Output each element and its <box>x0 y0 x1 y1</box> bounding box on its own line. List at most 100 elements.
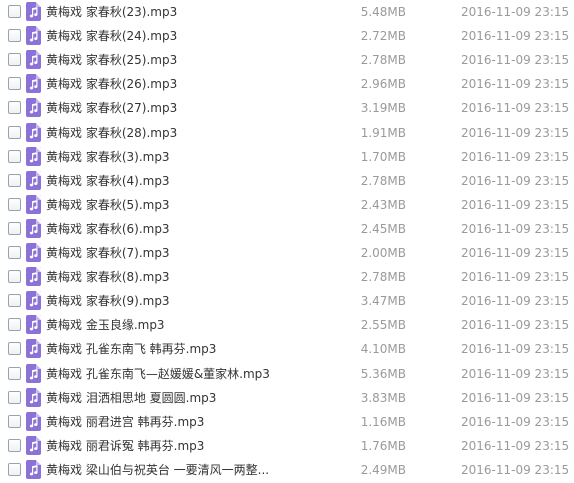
file-size: 2.96MB <box>360 77 406 92</box>
file-checkbox[interactable] <box>8 414 21 428</box>
file-size: 1.16MB <box>360 414 406 429</box>
file-checkbox[interactable] <box>8 246 21 259</box>
file-row[interactable]: 黄梅戏 家春秋(8).mp3 2.78MB 2016-11-09 23:15 <box>0 265 574 289</box>
file-row[interactable]: 黄梅戏 家春秋(6).mp3 2.45MB 2016-11-09 23:15 <box>0 217 574 241</box>
file-row[interactable]: 黄梅戏 家春秋(24).mp3 2.72MB 2016-11-09 23:15 <box>0 24 574 48</box>
file-row[interactable]: 黄梅戏 家春秋(28).mp3 1.91MB 2016-11-09 23:15 <box>0 121 574 145</box>
file-date: 2016-11-09 23:15 <box>461 197 570 212</box>
file-checkbox[interactable] <box>8 318 21 332</box>
music-file-icon <box>26 194 41 214</box>
file-size: 2.00MB <box>360 246 406 260</box>
file-row[interactable]: 黄梅戏 家春秋(7).mp3 2.00MB 2016-11-09 23:15 <box>0 241 574 265</box>
file-name[interactable]: 黄梅戏 家春秋(9).mp3 <box>46 289 336 313</box>
file-row[interactable]: 黄梅戏 家春秋(5).mp3 2.43MB 2016-11-09 23:15 <box>0 193 574 217</box>
music-file-icon <box>26 146 41 166</box>
file-checkbox[interactable] <box>8 197 21 211</box>
file-name[interactable]: 黄梅戏 家春秋(4).mp3 <box>46 169 336 193</box>
file-date: 2016-11-09 23:15 <box>461 390 570 405</box>
file-size: 4.10MB <box>360 342 406 357</box>
file-date: 2016-11-09 23:15 <box>461 125 570 140</box>
file-checkbox[interactable] <box>8 294 21 308</box>
file-name[interactable]: 黄梅戏 家春秋(27).mp3 <box>46 96 336 120</box>
file-name[interactable]: 黄梅戏 家春秋(26).mp3 <box>46 72 336 96</box>
file-size: 3.83MB <box>360 390 406 405</box>
file-name[interactable]: 黄梅戏 孔雀东南飞 韩再芬.mp3 <box>46 337 336 361</box>
file-size: 2.78MB <box>360 270 406 285</box>
file-date: 2016-11-09 23:15 <box>461 5 570 19</box>
file-row[interactable]: 黄梅戏 孔雀东南飞—赵媛媛&董家林.mp3 5.36MB 2016-11-09 23… <box>0 362 574 386</box>
file-date: 2016-11-09 23:15 <box>461 342 570 357</box>
file-checkbox[interactable] <box>8 125 21 139</box>
file-row[interactable]: 黄梅戏 梁山伯与祝英台 一要清风一两整... 2.49MB 2016-11-09 2… <box>0 458 574 482</box>
music-file-icon <box>26 411 41 431</box>
file-checkbox[interactable] <box>8 342 21 356</box>
file-checkbox[interactable] <box>8 270 21 284</box>
music-file-icon <box>26 315 41 335</box>
file-checkbox[interactable] <box>8 462 21 476</box>
music-file-icon <box>26 363 41 383</box>
file-size: 2.43MB <box>360 197 406 212</box>
file-checkbox[interactable] <box>8 390 21 404</box>
file-checkbox[interactable] <box>8 53 21 67</box>
file-name[interactable]: 黄梅戏 孔雀东南飞—赵媛媛&董家林.mp3 <box>46 362 336 386</box>
music-file-icon <box>26 218 41 238</box>
file-date: 2016-11-09 23:15 <box>461 77 570 92</box>
file-date: 2016-11-09 23:15 <box>461 462 570 477</box>
music-file-icon <box>26 170 41 190</box>
file-name[interactable]: 黄梅戏 家春秋(25).mp3 <box>46 48 336 72</box>
music-file-icon <box>26 122 41 142</box>
file-checkbox[interactable] <box>8 29 21 43</box>
music-file-icon <box>26 339 41 359</box>
file-name[interactable]: 黄梅戏 家春秋(3).mp3 <box>46 145 336 169</box>
file-row[interactable]: 黄梅戏 家春秋(4).mp3 2.78MB 2016-11-09 23:15 <box>0 169 574 193</box>
file-checkbox[interactable] <box>8 173 21 187</box>
file-name[interactable]: 黄梅戏 金玉良缘.mp3 <box>46 313 336 337</box>
file-checkbox[interactable] <box>8 366 21 380</box>
file-row[interactable]: 黄梅戏 丽君诉冤 韩再芬.mp3 1.76MB 2016-11-09 23:15 <box>0 434 574 458</box>
file-row[interactable]: 黄梅戏 丽君进宫 韩再芬.mp3 1.16MB 2016-11-09 23:15 <box>0 410 574 434</box>
file-checkbox[interactable] <box>8 221 21 235</box>
file-date: 2016-11-09 23:15 <box>461 29 570 44</box>
music-file-icon <box>26 459 41 479</box>
file-name[interactable]: 黄梅戏 泪洒相思地 夏圆圆.mp3 <box>46 386 336 410</box>
file-date: 2016-11-09 23:15 <box>461 318 570 333</box>
file-checkbox[interactable] <box>8 5 21 18</box>
file-row[interactable]: 黄梅戏 孔雀东南飞 韩再芬.mp3 4.10MB 2016-11-09 23:15 <box>0 337 574 361</box>
file-size: 3.19MB <box>360 101 406 116</box>
file-date: 2016-11-09 23:15 <box>461 294 570 309</box>
file-name[interactable]: 黄梅戏 家春秋(6).mp3 <box>46 217 336 241</box>
file-row[interactable]: 黄梅戏 金玉良缘.mp3 2.55MB 2016-11-09 23:15 <box>0 313 574 337</box>
file-name[interactable]: 黄梅戏 家春秋(7).mp3 <box>46 241 336 265</box>
file-date: 2016-11-09 23:15 <box>461 101 570 116</box>
file-name[interactable]: 黄梅戏 家春秋(24).mp3 <box>46 24 336 48</box>
music-file-icon <box>26 50 41 70</box>
file-checkbox[interactable] <box>8 101 21 115</box>
file-row[interactable]: 黄梅戏 家春秋(9).mp3 3.47MB 2016-11-09 23:15 <box>0 289 574 313</box>
music-file-icon <box>26 74 41 94</box>
file-date: 2016-11-09 23:15 <box>461 246 570 260</box>
file-list: 黄梅戏 家春秋(23).mp3 5.48MB 2016-11-09 23:15 黄梅戏… <box>0 0 574 483</box>
file-name[interactable]: 黄梅戏 丽君诉冤 韩再芬.mp3 <box>46 434 336 458</box>
file-name[interactable]: 黄梅戏 家春秋(8).mp3 <box>46 265 336 289</box>
music-file-icon <box>26 2 41 21</box>
file-row[interactable]: 黄梅戏 家春秋(27).mp3 3.19MB 2016-11-09 23:15 <box>0 96 574 120</box>
file-name[interactable]: 黄梅戏 家春秋(28).mp3 <box>46 121 336 145</box>
file-row[interactable]: 黄梅戏 家春秋(23).mp3 5.48MB 2016-11-09 23:15 <box>0 0 574 24</box>
file-name[interactable]: 黄梅戏 家春秋(23).mp3 <box>46 0 336 24</box>
file-row[interactable]: 黄梅戏 家春秋(3).mp3 1.70MB 2016-11-09 23:15 <box>0 145 574 169</box>
music-file-icon <box>26 387 41 407</box>
file-row[interactable]: 黄梅戏 家春秋(26).mp3 2.96MB 2016-11-09 23:15 <box>0 72 574 96</box>
file-size: 2.78MB <box>360 53 406 68</box>
file-name[interactable]: 黄梅戏 家春秋(5).mp3 <box>46 193 336 217</box>
file-row[interactable]: 黄梅戏 家春秋(25).mp3 2.78MB 2016-11-09 23:15 <box>0 48 574 72</box>
file-name[interactable]: 黄梅戏 丽君进宫 韩再芬.mp3 <box>46 410 336 434</box>
music-file-icon <box>26 267 41 287</box>
file-checkbox[interactable] <box>8 149 21 163</box>
file-checkbox[interactable] <box>8 438 21 452</box>
file-size: 2.78MB <box>360 173 406 188</box>
file-name[interactable]: 黄梅戏 梁山伯与祝英台 一要清风一两整... <box>46 458 336 482</box>
file-checkbox[interactable] <box>8 77 21 91</box>
file-size: 2.45MB <box>360 221 406 236</box>
file-size: 5.36MB <box>360 366 406 381</box>
file-row[interactable]: 黄梅戏 泪洒相思地 夏圆圆.mp3 3.83MB 2016-11-09 23:15 <box>0 386 574 410</box>
